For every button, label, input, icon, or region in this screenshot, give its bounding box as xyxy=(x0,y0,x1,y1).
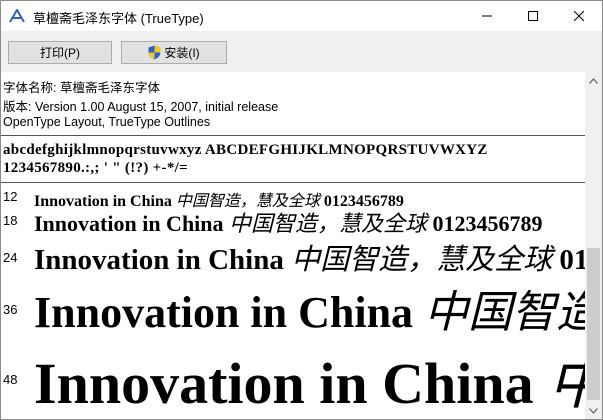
sample-row-18: 18 Innovation in China 中国智造，慧及全球 0123456… xyxy=(1,206,585,237)
size-label: 12 xyxy=(3,189,18,204)
vertical-scrollbar[interactable] xyxy=(585,72,602,419)
chevron-down-icon xyxy=(589,407,598,414)
charset-digits-symbols: 1234567890.:,; ' " (!?) +-*/= xyxy=(3,160,188,176)
scroll-up-button[interactable] xyxy=(585,72,602,89)
font-viewer-window: 草檀斋毛泽东字体 (TrueType) 打印(P) 安装(I) 字体名称: 草檀… xyxy=(0,0,603,420)
sample-text-24: Innovation in China 中国智造，慧及全球 0123456789 xyxy=(34,236,585,278)
title-bar[interactable]: 草檀斋毛泽东字体 (TrueType) xyxy=(1,1,602,31)
sample-cjk: 中国智造，慧及全球 xyxy=(548,349,585,417)
chevron-up-icon xyxy=(589,77,598,84)
maximize-icon xyxy=(528,11,538,21)
font-name-line: 字体名称: 草檀斋毛泽东字体 xyxy=(3,81,160,95)
sample-row-36: 36 Innovation in China 中国智造，慧及全球 0123456… xyxy=(1,274,585,338)
sample-latin: Innovation in China xyxy=(34,211,224,236)
size-label: 48 xyxy=(3,372,18,387)
minimize-icon xyxy=(482,15,492,17)
uac-shield-icon xyxy=(148,45,161,60)
sample-latin: Innovation in China xyxy=(34,244,284,276)
sample-digits: 0123456789 xyxy=(432,211,543,236)
sample-text-36: Innovation in China 中国智造，慧及全球 0123456789 xyxy=(34,276,585,340)
toolbar: 打印(P) 安装(I) xyxy=(1,31,602,72)
sample-latin: Innovation in China xyxy=(34,288,414,337)
font-preview-pane[interactable]: 字体名称: 草檀斋毛泽东字体 版本: Version 1.00 August 1… xyxy=(1,72,585,419)
scroll-down-button[interactable] xyxy=(585,402,602,419)
print-button[interactable]: 打印(P) xyxy=(8,41,112,64)
install-button-label: 安装(I) xyxy=(164,46,200,60)
close-icon xyxy=(574,11,584,21)
sample-latin: Innovation in China xyxy=(34,351,534,416)
sample-cjk: 中国智造，慧及全球 xyxy=(424,287,585,338)
sample-digits: 0123456789 xyxy=(559,244,585,276)
sample-text-48: Innovation in China 中国智造，慧及全球 0123456789 xyxy=(34,336,585,419)
sample-cjk: 中国智造，慧及全球 xyxy=(291,242,553,276)
version-line: 版本: Version 1.00 August 15, 2007, initia… xyxy=(3,100,279,114)
size-label: 36 xyxy=(3,302,18,317)
print-button-label: 打印(P) xyxy=(40,46,80,60)
minimize-button[interactable] xyxy=(464,1,510,31)
size-label: 24 xyxy=(3,250,18,265)
divider xyxy=(1,182,585,183)
window-title: 草檀斋毛泽东字体 (TrueType) xyxy=(33,11,204,26)
sample-row-48: 48 Innovation in China 中国智造，慧及全球 0123456… xyxy=(1,336,585,419)
charset-lower-upper: abcdefghijklmnopqrstuvwxyz ABCDEFGHIJKLM… xyxy=(3,142,488,158)
close-button[interactable] xyxy=(556,1,602,31)
sample-row-12: 12 Innovation in China 中国智造，慧及全球 0123456… xyxy=(1,186,585,210)
scroll-thumb[interactable] xyxy=(587,248,600,400)
divider xyxy=(1,135,585,136)
sample-row-24: 24 Innovation in China 中国智造，慧及全球 0123456… xyxy=(1,234,585,276)
size-label: 18 xyxy=(3,213,18,228)
maximize-button[interactable] xyxy=(510,1,556,31)
outline-type-line: OpenType Layout, TrueType Outlines xyxy=(3,115,211,129)
font-a-icon xyxy=(9,9,25,23)
install-button[interactable]: 安装(I) xyxy=(121,41,227,64)
